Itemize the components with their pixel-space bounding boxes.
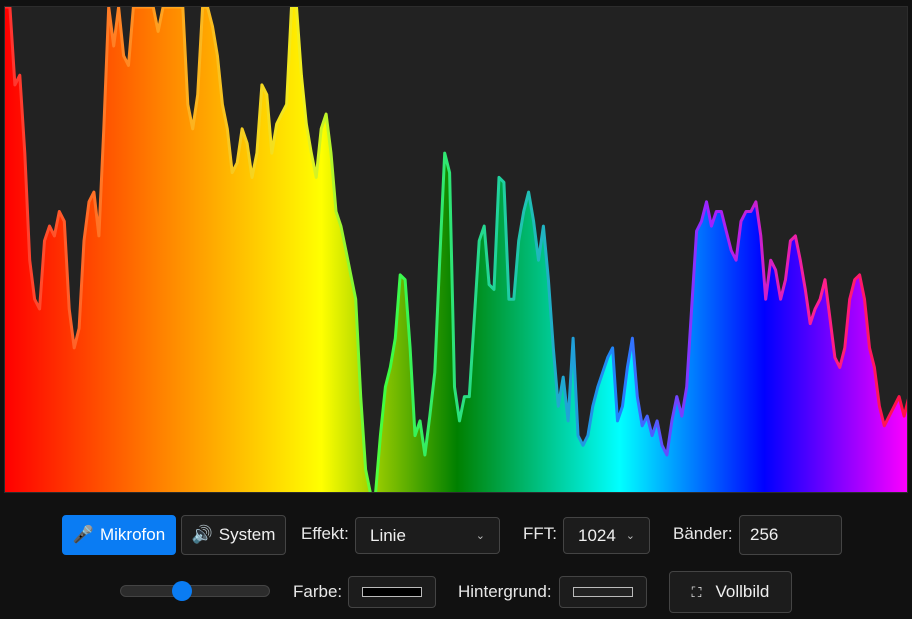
background-swatch (573, 587, 633, 597)
volume-slider-thumb[interactable] (172, 581, 192, 601)
spectrum-area (5, 7, 907, 492)
spectrum-svg (5, 7, 907, 492)
fullscreen-icon: ⛶ (691, 583, 702, 600)
bands-value: 256 (750, 525, 779, 544)
fullscreen-button[interactable]: ⛶ Vollbild (669, 571, 792, 613)
background-label: Hintergrund: (458, 582, 552, 601)
system-audio-button[interactable]: 🔊 System (181, 515, 286, 555)
microphone-label: Mikrofon (99, 525, 166, 544)
bands-label: Bänder: (673, 524, 733, 543)
microphone-icon: 🎤 (72, 525, 94, 544)
color-label: Farbe: (293, 582, 343, 601)
fft-label: FFT: (523, 524, 557, 543)
fullscreen-label: Vollbild (715, 582, 770, 601)
effect-value: Linie (370, 525, 406, 545)
spectrum-visualizer (4, 6, 908, 493)
effect-select[interactable]: Linie ⌄ (355, 517, 500, 554)
fft-select[interactable]: 1024 ⌄ (563, 517, 650, 554)
fft-value: 1024 (578, 525, 616, 545)
system-label: System (218, 525, 276, 544)
effect-label: Effekt: (301, 524, 349, 543)
color-swatch (362, 587, 422, 597)
volume-slider[interactable] (120, 585, 270, 597)
background-color-picker[interactable] (559, 576, 647, 608)
chevron-down-icon: ⌄ (475, 530, 485, 542)
microphone-button[interactable]: 🎤 Mikrofon (62, 515, 176, 555)
speaker-icon: 🔊 (191, 525, 213, 544)
bands-input[interactable]: 256 (739, 515, 842, 555)
color-picker[interactable] (348, 576, 436, 608)
chevron-down-icon: ⌄ (625, 530, 635, 542)
